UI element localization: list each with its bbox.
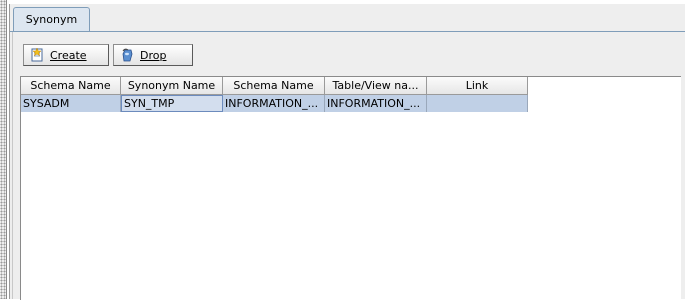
splitter-handle[interactable] [0,0,7,299]
drop-button-label: Drop [140,48,167,62]
cell-target-schema-name[interactable]: INFORMATION_... [223,95,325,112]
column-header-table-view-name[interactable]: Table/View na... [325,77,427,95]
tab-synonym[interactable]: Synonym [13,7,90,31]
tab-synonym-label: Synonym [25,13,78,26]
column-header-synonym-name[interactable]: Synonym Name [121,77,223,95]
cell-table-view-name[interactable]: INFORMATION_... [325,95,427,112]
column-header-schema-name[interactable]: Schema Name [21,77,121,95]
cell-synonym-name[interactable]: SYN_TMP [121,95,223,112]
new-document-icon [30,47,44,62]
create-button-label: Create [50,48,87,62]
column-header-target-schema-name[interactable]: Schema Name [223,77,325,95]
create-button[interactable]: Create [23,44,109,66]
synonym-table[interactable]: Schema Name Synonym Name Schema Name Tab… [20,76,681,300]
drop-icon [120,48,134,62]
cell-link[interactable] [427,95,528,112]
cell-schema-name[interactable]: SYSADM [21,95,121,112]
column-header-link[interactable]: Link [427,77,528,95]
drop-button[interactable]: Drop [113,44,193,66]
table-header: Schema Name Synonym Name Schema Name Tab… [21,77,528,95]
table-row[interactable]: SYSADM SYN_TMP INFORMATION_... INFORMATI… [21,95,528,112]
